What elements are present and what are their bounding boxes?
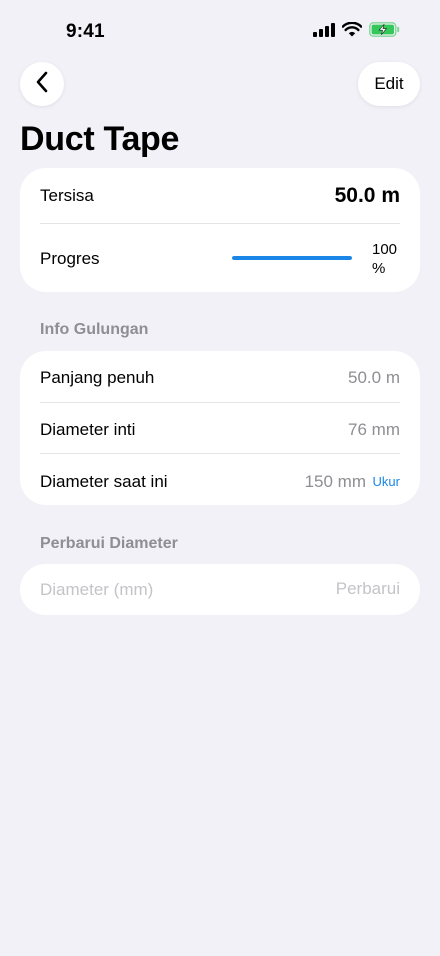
diameter-input[interactable] (40, 564, 300, 615)
status-time: 9:41 (66, 21, 105, 42)
update-diameter-card: Perbarui (20, 564, 420, 615)
progress-bar-fill (232, 256, 352, 260)
back-button[interactable] (20, 62, 64, 106)
current-diameter-value: 150 mm (304, 472, 366, 491)
progress-label: Progres (40, 249, 100, 268)
edit-button[interactable]: Edit (358, 62, 420, 106)
remaining-label: Tersisa (40, 186, 94, 205)
core-diameter-value: 76 mm (348, 420, 400, 439)
update-button[interactable]: Perbarui (336, 579, 400, 599)
remaining-value: 50.0 m (334, 184, 400, 207)
full-length-value: 50.0 m (348, 368, 400, 387)
divider (40, 223, 400, 224)
status-icons (313, 22, 400, 37)
summary-card: Tersisa 50.0 m Progres 100 % (20, 168, 420, 292)
progress-bar (232, 256, 352, 260)
full-length-label: Panjang penuh (40, 368, 155, 387)
cellular-signal-icon (313, 22, 335, 37)
page-title: Duct Tape (20, 120, 180, 158)
core-diameter-label: Diameter inti (40, 420, 136, 439)
measure-button[interactable]: Ukur (373, 474, 400, 489)
roll-info-header: Info Gulungan (40, 321, 149, 338)
progress-percent-text: 100 % (372, 241, 398, 277)
battery-charging-icon (369, 22, 400, 37)
chevron-left-icon (35, 71, 49, 98)
divider (40, 453, 400, 454)
wifi-icon (342, 22, 362, 37)
current-diameter-label: Diameter saat ini (40, 472, 168, 491)
status-bar: 9:41 (0, 0, 440, 60)
roll-info-card: Panjang penuh 50.0 m Diameter inti 76 mm… (20, 351, 420, 505)
update-diameter-header: Perbarui Diameter (40, 535, 178, 552)
divider (40, 402, 400, 403)
